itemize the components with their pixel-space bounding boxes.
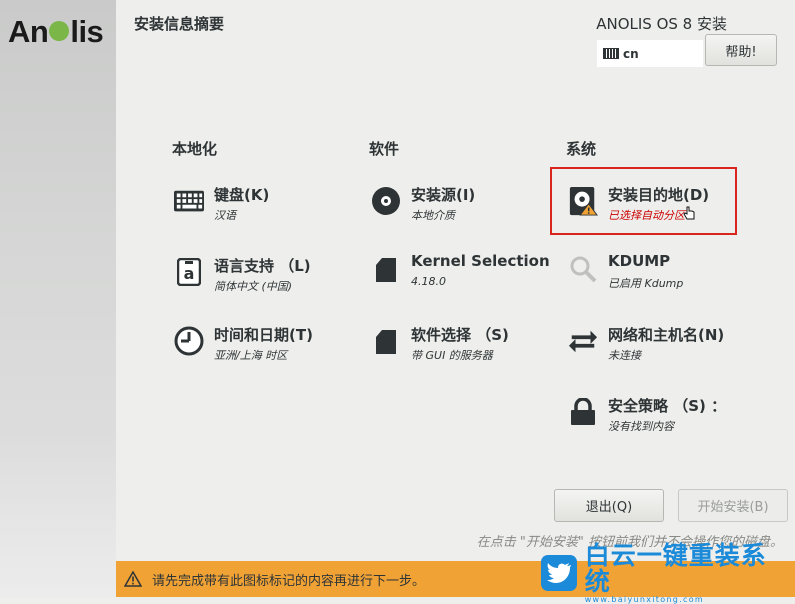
anolis-logo: An lis (8, 14, 104, 49)
clock-icon (174, 326, 204, 356)
brand-sidebar: An lis (0, 0, 116, 597)
package-icon (371, 254, 401, 284)
spoke-keyboard[interactable]: 键盘(K) 汉语 (174, 184, 364, 230)
section-title-system: 系统 (566, 140, 597, 158)
watermark-url: www.baiyunxitong.com (584, 594, 704, 604)
spoke-label: 安全策略 （S) ： (608, 397, 727, 415)
spoke-network-hostname[interactable]: 网络和主机名(N) 未连接 (568, 324, 758, 370)
os-title: ANOLIS OS 8 安装 (596, 15, 727, 33)
keyboard-layout-value: cn (623, 46, 639, 61)
spoke-status: 未连接 (608, 349, 641, 362)
spoke-status: 已选择自动分区 (608, 209, 685, 222)
disc-icon (371, 186, 401, 216)
svg-text:a: a (184, 264, 195, 283)
spoke-label: 语言支持 （L) (214, 257, 311, 275)
spoke-security-policy[interactable]: 安全策略 （S) ： 没有找到内容 (568, 395, 758, 441)
spoke-language-support[interactable]: a 语言支持 （L) 简体中文 (中国) (174, 255, 364, 301)
language-icon: a (174, 257, 204, 287)
lock-icon (568, 397, 598, 427)
spoke-label: 网络和主机名(N) (608, 326, 725, 344)
spoke-status: 没有找到内容 (608, 420, 674, 433)
spoke-status: 4.18.0 (411, 275, 446, 288)
spoke-status: 本地介质 (411, 209, 455, 222)
spoke-label: 键盘(K) (214, 186, 270, 204)
spoke-label: 安装源(I) (411, 186, 476, 204)
spoke-installation-destination[interactable]: 安装目的地(D) 已选择自动分区 (568, 184, 758, 230)
hard-drive-warning-icon (568, 186, 598, 216)
network-arrows-icon (568, 326, 598, 356)
spoke-label: 安装目的地(D) (608, 186, 710, 204)
watermark: 白云一键重装系统 www.baiyunxitong.com (541, 542, 791, 604)
warning-icon (124, 571, 142, 587)
spoke-installation-source[interactable]: 安装源(I) 本地介质 (371, 184, 561, 230)
keyboard-icon (174, 186, 204, 216)
spoke-software-selection[interactable]: 软件选择 （S) 带 GUI 的服务器 (371, 324, 561, 370)
spoke-status: 已启用 Kdump (608, 277, 684, 290)
section-title-software: 软件 (369, 140, 400, 158)
warning-text: 请先完成带有此图标标记的内容再进行下一步。 (152, 573, 426, 589)
package-icon (371, 326, 401, 356)
begin-installation-button[interactable]: 开始安装(B) (678, 489, 788, 522)
bird-logo-icon (541, 555, 577, 591)
help-button[interactable]: 帮助! (705, 34, 777, 66)
spoke-label: Kernel Selection (411, 252, 550, 270)
spoke-label: KDUMP (608, 252, 671, 270)
keyboard-small-icon (603, 48, 619, 59)
watermark-title: 白云一键重装系统 (584, 540, 767, 596)
quit-button[interactable]: 退出(Q) (554, 489, 664, 522)
spoke-label: 时间和日期(T) (214, 326, 313, 344)
spoke-kernel-selection[interactable]: Kernel Selection 4.18.0 (371, 252, 561, 298)
spoke-status: 汉语 (214, 209, 236, 222)
keyboard-layout-indicator[interactable]: cn (597, 40, 703, 67)
hand-cursor-icon (683, 206, 695, 220)
spoke-status: 带 GUI 的服务器 (411, 349, 493, 362)
section-title-localization: 本地化 (172, 140, 218, 158)
magnifier-icon (568, 254, 598, 284)
spoke-time-date[interactable]: 时间和日期(T) 亚洲/上海 时区 (174, 324, 364, 370)
spoke-status: 亚洲/上海 时区 (214, 349, 288, 362)
page-title: 安装信息摘要 (134, 15, 225, 33)
spoke-label: 软件选择 （S) (411, 326, 509, 344)
spoke-kdump[interactable]: KDUMP 已启用 Kdump (568, 252, 758, 298)
installation-summary: 安装信息摘要 ANOLIS OS 8 安装 cn 帮助! 本地化 键盘(K) 汉… (116, 0, 795, 604)
spoke-status: 简体中文 (中国) (214, 280, 293, 293)
